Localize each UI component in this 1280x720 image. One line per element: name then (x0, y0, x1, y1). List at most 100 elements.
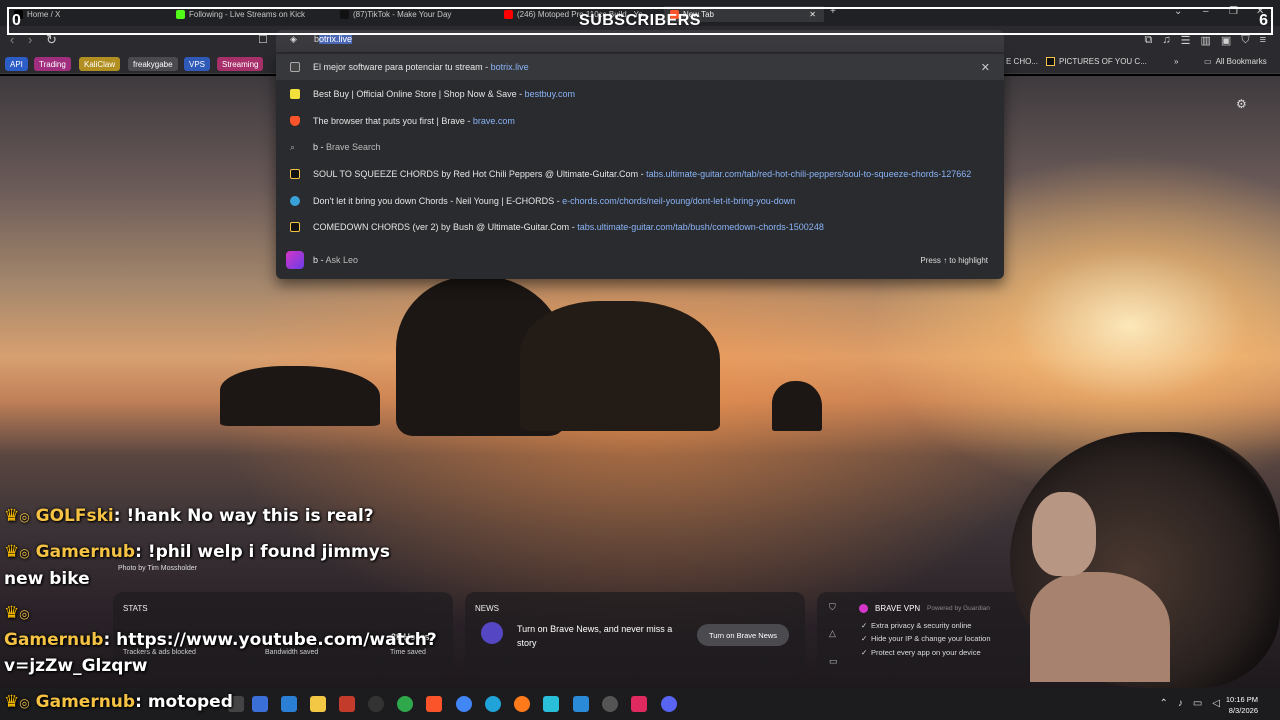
more-bookmarks-icon[interactable]: » (1174, 57, 1178, 66)
omnibox-suggestions: El mejor software para potenciar tu stre… (276, 53, 1004, 279)
shield-icon[interactable]: ⛉ (829, 602, 836, 613)
chat-message: ♛◎ Gamernub: https://www.youtube.com/wat… (4, 603, 437, 676)
check-icon: ✓ (861, 621, 868, 630)
news-widget: NEWS Turn on Brave News, and never miss … (465, 592, 805, 678)
microphone-icon[interactable]: ♪ (1178, 698, 1183, 709)
echords-icon (290, 196, 300, 206)
clock[interactable]: 10:16 PM 8/3/2026 (1226, 694, 1258, 716)
taskbar-app-icon[interactable] (252, 696, 268, 712)
bookmark-freakygabe[interactable]: freakygabe (128, 57, 178, 71)
brave-taskbar-icon[interactable] (426, 696, 442, 712)
suggestion-item[interactable]: Don't let it bring you down Chords - Nei… (276, 188, 1004, 214)
extensions-icon[interactable]: ⧉ (1145, 34, 1153, 47)
system-tray: ⌃ ♪ ▭ ◁ (1159, 698, 1220, 709)
chat-message: ♛◎ Gamernub: motoped (4, 692, 233, 712)
sub-badge-icon: ◎ (19, 546, 30, 560)
ultimate-guitar-icon (290, 222, 300, 232)
ask-leo-item[interactable]: b - Ask Leo Press ↑ to highlight (276, 247, 1004, 273)
suggestion-item[interactable]: El mejor software para potenciar tu stre… (276, 54, 1004, 80)
folder-icon: ▭ (1204, 57, 1212, 66)
bookmark-vps[interactable]: VPS (184, 57, 211, 71)
sea-stack-rock (520, 301, 720, 431)
remove-suggestion-icon[interactable]: ✕ (981, 61, 990, 74)
address-bar[interactable]: ◈ botrix.live (276, 30, 1004, 52)
news-icon (481, 622, 503, 644)
taskbar-app-icon[interactable] (397, 696, 413, 712)
bookmark-chords[interactable]: E CHO... (1006, 57, 1038, 66)
vscode-icon[interactable] (573, 696, 589, 712)
webcam-overlay (1010, 432, 1280, 688)
settings-gear-icon[interactable]: ⚙ (1236, 97, 1247, 111)
display-icon[interactable]: ▭ (1193, 698, 1202, 709)
edge-icon[interactable] (485, 696, 501, 712)
botrix-icon (290, 62, 300, 72)
media-icon[interactable]: ♫ (1162, 34, 1170, 47)
all-bookmarks[interactable]: ▭ All Bookmarks (1204, 57, 1267, 66)
sidebar-icon[interactable]: ▥ (1201, 34, 1211, 47)
crown-icon: ♛ (4, 692, 20, 712)
brave-search-icon: ◈ (290, 34, 297, 44)
suggestion-item[interactable]: Best Buy | Official Online Store | Shop … (276, 81, 1004, 107)
taskbar-app-icon[interactable] (543, 696, 559, 712)
bookmark-icon[interactable]: ☐ (258, 33, 268, 46)
bookmark-kaliclaw[interactable]: KaliClaw (79, 57, 121, 71)
brave-icon (290, 116, 300, 126)
file-explorer-icon[interactable] (310, 696, 326, 712)
discord-icon[interactable] (661, 696, 677, 712)
taskbar-app-icon[interactable] (368, 696, 384, 712)
suggestion-item[interactable]: ⌕ b - Brave Search (276, 134, 1004, 160)
playlist-icon[interactable]: ☰ (1181, 34, 1191, 47)
bestbuy-icon (290, 89, 300, 99)
suggestion-item[interactable]: SOUL TO SQUEEZE CHORDS by Red Hot Chili … (276, 161, 1004, 187)
streamer-head (1032, 492, 1096, 576)
small-rock (772, 381, 822, 431)
ultimate-guitar-icon (290, 169, 300, 179)
triangle-icon[interactable]: △ (829, 628, 836, 639)
taskbar-app-icon[interactable] (339, 696, 355, 712)
tiktok-icon[interactable] (631, 696, 647, 712)
highlight-hint: Press ↑ to highlight (920, 255, 988, 265)
check-icon: ✓ (861, 648, 868, 657)
vpn-title: BRAVE VPN (875, 604, 921, 613)
address-input[interactable]: botrix.live (314, 34, 353, 44)
chat-message: ♛◎ GOLFski: !hank No way this is real? (4, 506, 374, 526)
sub-badge-icon: ◎ (19, 510, 30, 524)
subscriber-title: SUBSCRIBERS (579, 12, 701, 29)
vpn-icon (859, 604, 868, 613)
streamer-body (1030, 572, 1170, 682)
crown-icon: ♛ (4, 603, 20, 623)
back-icon[interactable]: ‹ (10, 32, 14, 47)
forward-icon[interactable]: › (28, 32, 32, 47)
news-text: Turn on Brave News, and never miss a sto… (517, 624, 673, 648)
chrome-icon[interactable] (456, 696, 472, 712)
card-icon[interactable]: ▭ (829, 656, 838, 667)
suggestion-item[interactable]: COMEDOWN CHORDS (ver 2) by Bush @ Ultima… (276, 214, 1004, 240)
wallet-icon[interactable]: ▣ (1221, 34, 1231, 47)
volume-icon[interactable]: ◁ (1212, 698, 1220, 709)
reload-icon[interactable]: ↻ (46, 32, 57, 48)
menu-icon[interactable]: ≡ (1260, 34, 1266, 47)
sub-badge-icon: ◎ (19, 696, 30, 710)
vpn-icon[interactable]: ⛉ (1241, 34, 1249, 47)
firefox-icon[interactable] (514, 696, 530, 712)
suggestion-item[interactable]: The browser that puts you first | Brave … (276, 108, 1004, 134)
chat-message: ♛◎ Gamernub: !phil welp i found jimmys n… (4, 542, 390, 589)
vpn-widget: ⛉ △ ▭ BRAVE VPN Powered by Guardian ✓ Ex… (817, 592, 1047, 678)
turn-on-news-button[interactable]: Turn on Brave News (697, 624, 789, 646)
bookmark-streaming[interactable]: Streaming (217, 57, 264, 71)
sub-badge-icon: ◎ (19, 607, 30, 621)
leo-icon (286, 251, 304, 269)
small-rock (220, 366, 380, 426)
ultimate-guitar-icon (1046, 57, 1055, 66)
chevron-up-icon[interactable]: ⌃ (1159, 698, 1167, 709)
news-title: NEWS (475, 604, 499, 613)
check-icon: ✓ (861, 634, 868, 643)
crown-icon: ♛ (4, 506, 20, 526)
vpn-powered: Powered by Guardian (927, 605, 990, 612)
search-icon: ⌕ (290, 142, 296, 152)
bookmark-trading[interactable]: Trading (34, 57, 71, 71)
obs-icon[interactable] (602, 696, 618, 712)
taskbar-app-icon[interactable] (281, 696, 297, 712)
bookmark-pictures-of-you[interactable]: PICTURES OF YOU C... (1046, 57, 1147, 66)
bookmark-api[interactable]: API (5, 57, 28, 71)
